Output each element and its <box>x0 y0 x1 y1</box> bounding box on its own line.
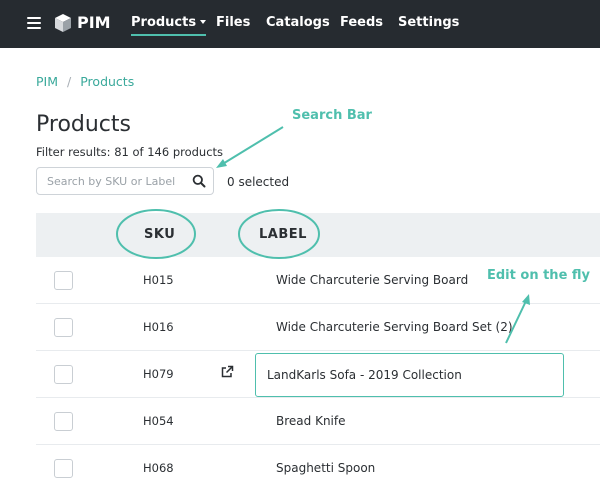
search-bar-arrow-head <box>216 159 227 168</box>
label-edit-input[interactable] <box>255 353 564 397</box>
row-checkbox[interactable] <box>54 365 73 384</box>
table-row[interactable]: H079 <box>36 351 600 398</box>
annotation-search-bar: Search Bar <box>292 108 372 123</box>
row-checkbox[interactable] <box>54 459 73 478</box>
row-sku: H016 <box>143 320 174 334</box>
external-link-icon[interactable] <box>220 365 234 379</box>
nav-item-products[interactable]: Products <box>131 15 207 36</box>
filter-results-text: Filter results: 81 of 146 products <box>36 145 224 159</box>
row-label[interactable]: Bread Knife <box>276 414 346 428</box>
nav-item-settings[interactable]: Settings <box>398 15 459 31</box>
row-label[interactable]: Wide Charcuterie Serving Board Set (2) <box>276 320 513 334</box>
nav-item-catalogs[interactable]: Catalogs <box>266 15 330 31</box>
row-sku: H079 <box>143 367 174 381</box>
nav-item-feeds[interactable]: Feeds <box>340 15 383 31</box>
row-checkbox[interactable] <box>54 412 73 431</box>
nav-item-files[interactable]: Files <box>216 15 250 31</box>
breadcrumb: PIM / Products <box>36 74 134 90</box>
search-input[interactable] <box>37 168 187 194</box>
breadcrumb-item-pim[interactable]: PIM <box>36 74 58 89</box>
row-label[interactable]: Spaghetti Spoon <box>276 461 375 475</box>
search-bar-arrow <box>220 126 284 166</box>
nav-item-products-label: Products <box>131 15 197 30</box>
row-label[interactable]: Wide Charcuterie Serving Board <box>276 273 468 287</box>
row-sku: H068 <box>143 461 174 475</box>
cube-logo-icon <box>55 14 71 32</box>
annotation-edit-on-the-fly: Edit on the fly <box>487 268 591 283</box>
breadcrumb-item-products[interactable]: Products <box>80 74 134 89</box>
table-row[interactable]: H068 Spaghetti Spoon <box>36 445 600 491</box>
selected-count: 0 selected <box>227 175 290 189</box>
chevron-down-icon <box>200 19 207 24</box>
row-sku: H015 <box>143 273 174 287</box>
table-header <box>36 213 600 257</box>
app-name[interactable]: PIM <box>77 13 111 33</box>
column-header-label[interactable]: LABEL <box>259 227 307 243</box>
row-checkbox[interactable] <box>54 271 73 290</box>
search-icon[interactable] <box>192 174 206 188</box>
row-checkbox[interactable] <box>54 318 73 337</box>
table-row[interactable]: H016 Wide Charcuterie Serving Board Set … <box>36 304 600 351</box>
table-row[interactable]: H054 Bread Knife <box>36 398 600 445</box>
column-header-sku[interactable]: SKU <box>144 227 175 243</box>
page-title: Products <box>36 112 131 137</box>
menu-icon[interactable] <box>27 17 41 29</box>
row-sku: H054 <box>143 414 174 428</box>
search-bar <box>36 167 214 195</box>
top-navigation-bar: PIM Products Files Catalogs Feeds Settin… <box>0 0 600 48</box>
breadcrumb-separator: / <box>67 74 72 89</box>
